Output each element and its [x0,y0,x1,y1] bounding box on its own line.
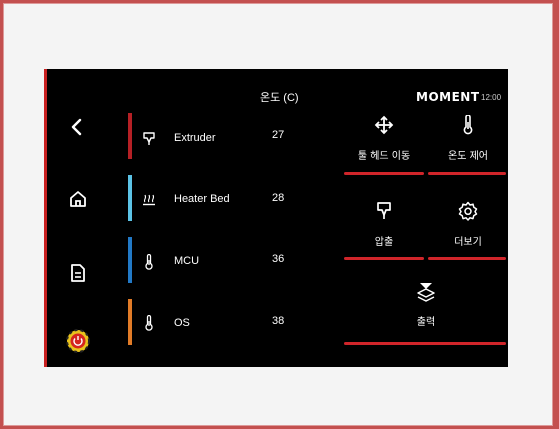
print-layers-icon [344,281,508,303]
mcu-label: MCU [174,255,200,267]
back-button[interactable] [64,113,92,141]
move-toolhead-button[interactable]: 툴 헤드 이동 [344,105,424,173]
brand-logo: MOMENT [416,90,480,104]
screen-red-edge [44,69,47,367]
thermometer-icon [140,314,158,332]
print-underline [344,342,506,345]
temperature-control-underline [428,172,506,175]
os-label: OS [174,317,190,329]
more-button[interactable]: 더보기 [428,191,508,259]
document-icon [71,264,85,282]
files-button[interactable] [64,259,92,287]
print-button[interactable]: 출력 [344,273,508,343]
thermometer-icon [428,115,508,135]
heater-bed-color-bar [128,175,132,221]
extruder-temp-value: 27 [272,129,285,141]
emergency-stop-icon [66,329,90,353]
heater-bed-icon [140,191,158,209]
home-icon [70,191,86,207]
extruder-color-bar [128,113,132,159]
mcu-color-bar [128,237,132,283]
emergency-stop-button[interactable] [64,327,92,355]
temperature-column-header: 온도 (C) [260,92,299,104]
nozzle-icon [140,130,158,148]
extrude-label: 압출 [374,237,394,248]
heater-bed-temp-value: 28 [272,192,285,204]
printer-screen: 온도 (C) MOMENT 12:00 Extruder 27 Heater B… [44,69,508,367]
heater-bed-label: Heater Bed [174,193,230,205]
move-arrows-icon [344,115,424,135]
extrude-button[interactable]: 압출 [344,191,424,259]
temperature-control-button[interactable]: 온도 제어 [428,105,508,173]
os-temp-value: 38 [272,315,285,327]
more-label: 더보기 [454,237,482,248]
move-toolhead-label: 툴 헤드 이동 [357,151,411,162]
thermometer-icon [140,253,158,271]
extruder-label: Extruder [174,132,216,144]
chevron-left-icon [71,118,82,136]
mcu-temp-value: 36 [272,253,285,265]
more-underline [428,257,506,260]
print-label: 출력 [416,317,436,328]
move-toolhead-underline [344,172,424,175]
extrude-underline [344,257,424,260]
temperature-control-label: 온도 제어 [448,151,488,162]
clock-time: 12:00 [481,93,502,102]
os-color-bar [128,299,132,345]
home-button[interactable] [64,185,92,213]
nozzle-icon [344,201,424,221]
gear-icon [428,201,508,221]
